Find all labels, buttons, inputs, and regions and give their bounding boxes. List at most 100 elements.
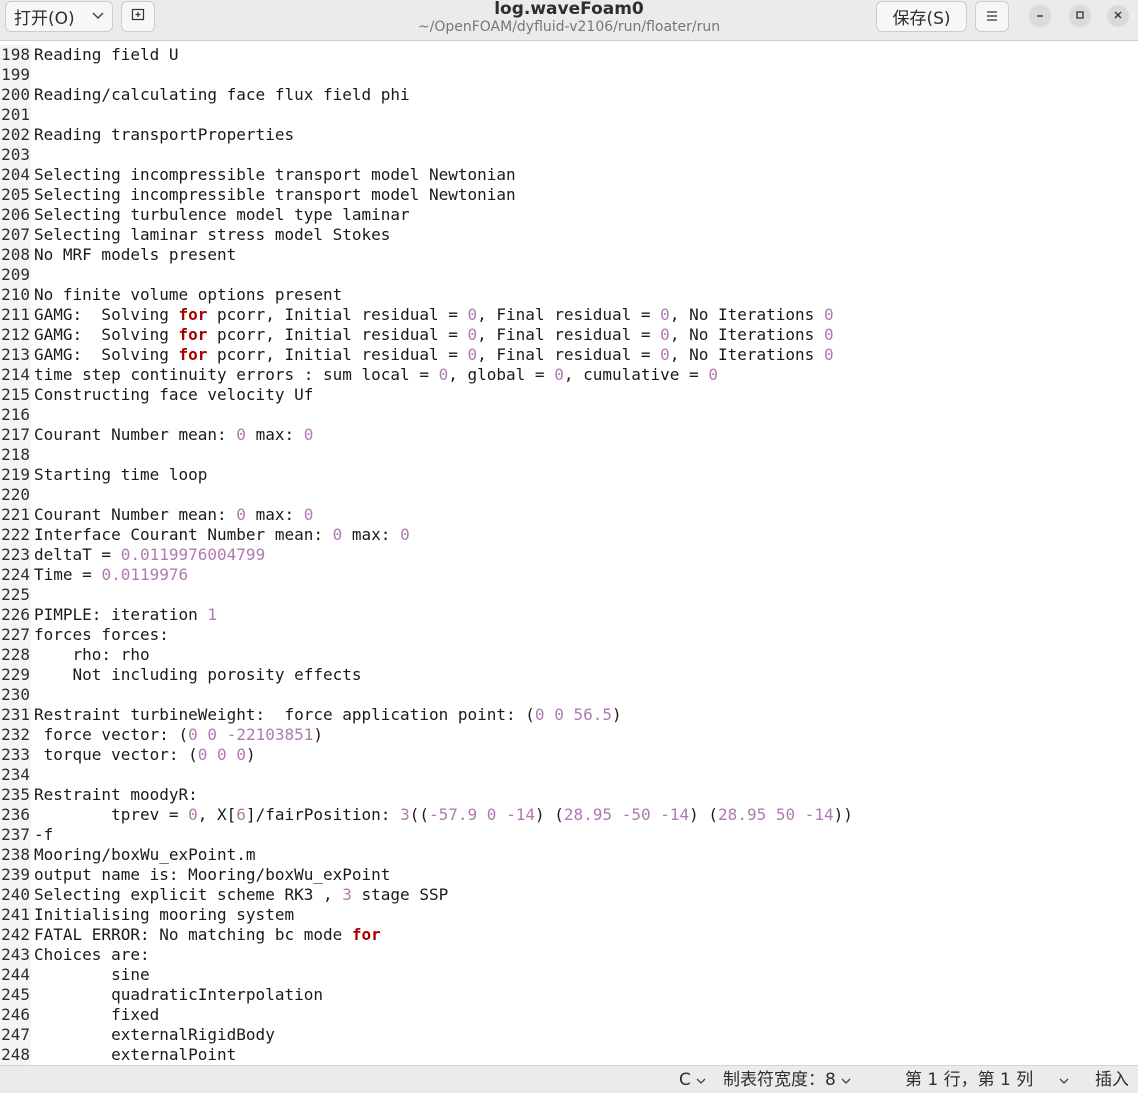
editor-line[interactable]: 244 sine	[0, 965, 853, 985]
editor-line[interactable]: 203	[0, 145, 853, 165]
position-chevron[interactable]	[1059, 1070, 1069, 1090]
line-number: 243	[1, 945, 30, 964]
editor-line[interactable]: 225	[0, 585, 853, 605]
editor-line[interactable]: 199	[0, 65, 853, 85]
editor-line[interactable]: 229 Not including porosity effects	[0, 665, 853, 685]
editor-line[interactable]: 214 time step continuity errors : sum loc…	[0, 365, 853, 385]
editor-line[interactable]: 201	[0, 105, 853, 125]
window-title: log.waveFoam0	[494, 0, 644, 19]
line-number: 205	[1, 185, 30, 204]
line-text: Restraint turbineWeight: force applicati…	[34, 705, 622, 724]
line-text: force vector: (0 0 -22103851)	[34, 725, 324, 744]
line-text: PIMPLE: iteration 1	[34, 605, 218, 624]
editor-line[interactable]: 218	[0, 445, 853, 465]
editor-line[interactable]: 238 Mooring/boxWu_exPoint.m	[0, 845, 853, 865]
insert-mode[interactable]: 插入	[1095, 1070, 1129, 1090]
new-tab-button[interactable]	[121, 1, 155, 32]
editor-line[interactable]: 212 GAMG: Solving for pcorr, Initial resi…	[0, 325, 853, 345]
line-text: Selecting incompressible transport model…	[34, 165, 516, 184]
editor-line[interactable]: 247 externalRigidBody	[0, 1025, 853, 1045]
line-number: 200	[1, 85, 30, 104]
editor-line[interactable]: 232 force vector: (0 0 -22103851)	[0, 725, 853, 745]
open-button-label: 打开(O)	[14, 9, 75, 29]
save-button[interactable]: 保存(S)	[876, 1, 967, 32]
editor-line[interactable]: 224 Time = 0.0119976	[0, 565, 853, 585]
editor-line[interactable]: 240 Selecting explicit scheme RK3 , 3 sta…	[0, 885, 853, 905]
editor-line[interactable]: 221 Courant Number mean: 0 max: 0	[0, 505, 853, 525]
line-number: 211	[1, 305, 30, 324]
line-number: 215	[1, 385, 30, 404]
minimize-button[interactable]	[1029, 5, 1051, 27]
maximize-button[interactable]	[1069, 5, 1091, 27]
editor-line[interactable]: 226 PIMPLE: iteration 1	[0, 605, 853, 625]
editor-line[interactable]: 227 forces forces:	[0, 625, 853, 645]
editor-line[interactable]: 222 Interface Courant Number mean: 0 max:…	[0, 525, 853, 545]
line-text: Starting time loop	[34, 465, 208, 484]
line-text: GAMG: Solving for pcorr, Initial residua…	[34, 305, 834, 324]
editor-line[interactable]: 209	[0, 265, 853, 285]
editor-line[interactable]: 239 output name is: Mooring/boxWu_exPoint	[0, 865, 853, 885]
line-number: 242	[1, 925, 30, 944]
line-number: 206	[1, 205, 30, 224]
editor-line[interactable]: 205 Selecting incompressible transport mo…	[0, 185, 853, 205]
editor-line[interactable]: 219 Starting time loop	[0, 465, 853, 485]
editor-line[interactable]: 228 rho: rho	[0, 645, 853, 665]
line-number: 220	[1, 485, 30, 504]
editor-line[interactable]: 234	[0, 765, 853, 785]
editor-line[interactable]: 198 Reading field U	[0, 45, 853, 65]
editor-line[interactable]: 200 Reading/calculating face flux field p…	[0, 85, 853, 105]
line-number: 203	[1, 145, 30, 164]
editor-line[interactable]: 235 Restraint moodyR:	[0, 785, 853, 805]
line-number: 218	[1, 445, 30, 464]
editor-line[interactable]: 202 Reading transportProperties	[0, 125, 853, 145]
editor-line[interactable]: 245 quadraticInterpolation	[0, 985, 853, 1005]
line-text: time step continuity errors : sum local …	[34, 365, 718, 384]
editor-line[interactable]: 223 deltaT = 0.0119976004799	[0, 545, 853, 565]
line-number: 201	[1, 105, 30, 124]
main-menu-button[interactable]	[975, 1, 1009, 32]
line-number: 247	[1, 1025, 30, 1044]
editor-line[interactable]: 204 Selecting incompressible transport mo…	[0, 165, 853, 185]
editor-line[interactable]: 242 FATAL ERROR: No matching bc mode for	[0, 925, 853, 945]
editor-line[interactable]: 237 -f	[0, 825, 853, 845]
editor-line[interactable]: 243 Choices are:	[0, 945, 853, 965]
editor-line[interactable]: 216	[0, 405, 853, 425]
editor-line[interactable]: 217 Courant Number mean: 0 max: 0	[0, 425, 853, 445]
line-number: 226	[1, 605, 30, 624]
tab-width-selector[interactable]: 制表符宽度：8	[723, 1070, 851, 1090]
editor-line[interactable]: 220	[0, 485, 853, 505]
line-text: externalPoint	[34, 1045, 237, 1064]
editor-line[interactable]: 248 externalPoint	[0, 1045, 853, 1065]
line-number: 213	[1, 345, 30, 364]
line-number: 240	[1, 885, 30, 904]
text-editor[interactable]: 198 Reading field U 199 200 Reading/calculat…	[0, 45, 1138, 1065]
editor-line[interactable]: 210 No finite volume options present	[0, 285, 853, 305]
cursor-position[interactable]: 第 1 行，第 1 列	[905, 1070, 1033, 1090]
line-number: 217	[1, 425, 30, 444]
line-number: 237	[1, 825, 30, 844]
line-number: 248	[1, 1045, 30, 1064]
editor-line[interactable]: 213 GAMG: Solving for pcorr, Initial resi…	[0, 345, 853, 365]
editor-line[interactable]: 207 Selecting laminar stress model Stokes	[0, 225, 853, 245]
editor-line[interactable]: 230	[0, 685, 853, 705]
close-button[interactable]	[1107, 5, 1129, 27]
open-button[interactable]: 打开(O)	[5, 1, 113, 32]
editor-line[interactable]: 208 No MRF models present	[0, 245, 853, 265]
line-text: No MRF models present	[34, 245, 237, 264]
editor-line[interactable]: 241 Initialising mooring system	[0, 905, 853, 925]
header-bar: 打开(O) log.waveFoam0 ~/OpenFOAM/dyfluid-v…	[0, 0, 1138, 41]
line-text: Time = 0.0119976	[34, 565, 189, 584]
line-number: 231	[1, 705, 30, 724]
editor-line[interactable]: 236 tprev = 0, X[6]/fairPosition: 3((-57…	[0, 805, 853, 825]
line-number: 235	[1, 785, 30, 804]
line-number: 208	[1, 245, 30, 264]
editor-line[interactable]: 215 Constructing face velocity Uf	[0, 385, 853, 405]
line-text: Selecting turbulence model type laminar	[34, 205, 410, 224]
new-tab-icon	[130, 6, 146, 27]
editor-line[interactable]: 246 fixed	[0, 1005, 853, 1025]
editor-line[interactable]: 206 Selecting turbulence model type lamin…	[0, 205, 853, 225]
editor-line[interactable]: 233 torque vector: (0 0 0)	[0, 745, 853, 765]
editor-line[interactable]: 211 GAMG: Solving for pcorr, Initial resi…	[0, 305, 853, 325]
editor-line[interactable]: 231 Restraint turbineWeight: force applic…	[0, 705, 853, 725]
language-selector[interactable]: C	[679, 1070, 706, 1090]
